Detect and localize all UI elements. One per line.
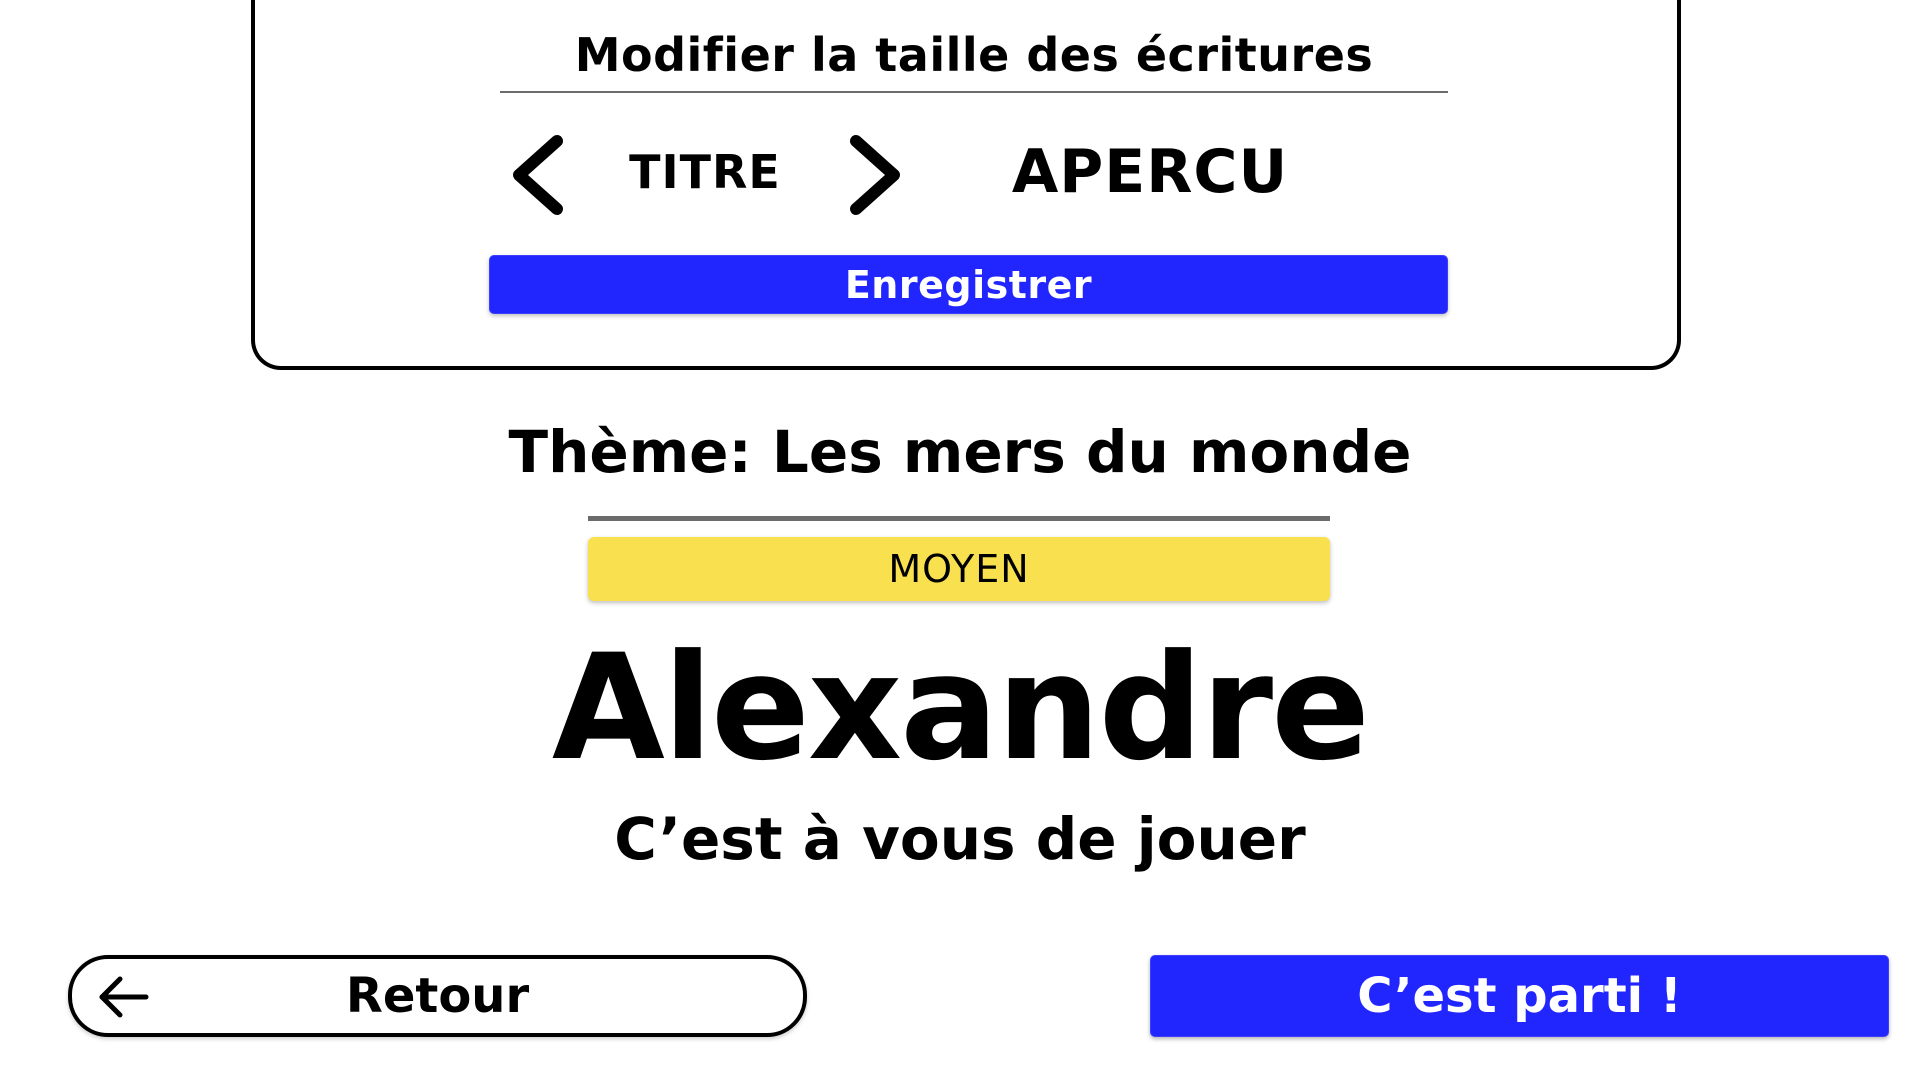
font-target-label: TITRE — [629, 145, 781, 199]
settings-divider — [500, 91, 1448, 93]
start-game-button[interactable]: C’est parti ! — [1150, 955, 1889, 1037]
chevron-left-icon — [513, 135, 563, 215]
theme-title: Thème: Les mers du monde — [508, 418, 1412, 486]
settings-title: Modifier la taille des écritures — [574, 28, 1374, 82]
difficulty-badge: MOYEN — [588, 537, 1330, 601]
next-target-button[interactable] — [833, 130, 913, 220]
chevron-right-icon — [850, 135, 900, 215]
theme-divider — [588, 516, 1330, 521]
back-button-label: Retour — [345, 968, 530, 1024]
save-button[interactable]: Enregistrer — [489, 255, 1448, 314]
player-name: Alexandre — [551, 623, 1370, 793]
previous-target-button[interactable] — [500, 130, 580, 220]
game-start-screen: Modifier la taille des écritures TITRE A… — [0, 0, 1920, 1080]
font-preview: APERCU — [1011, 137, 1289, 207]
back-button[interactable]: Retour — [68, 955, 807, 1037]
turn-message: C’est à vous de jouer — [614, 805, 1306, 873]
